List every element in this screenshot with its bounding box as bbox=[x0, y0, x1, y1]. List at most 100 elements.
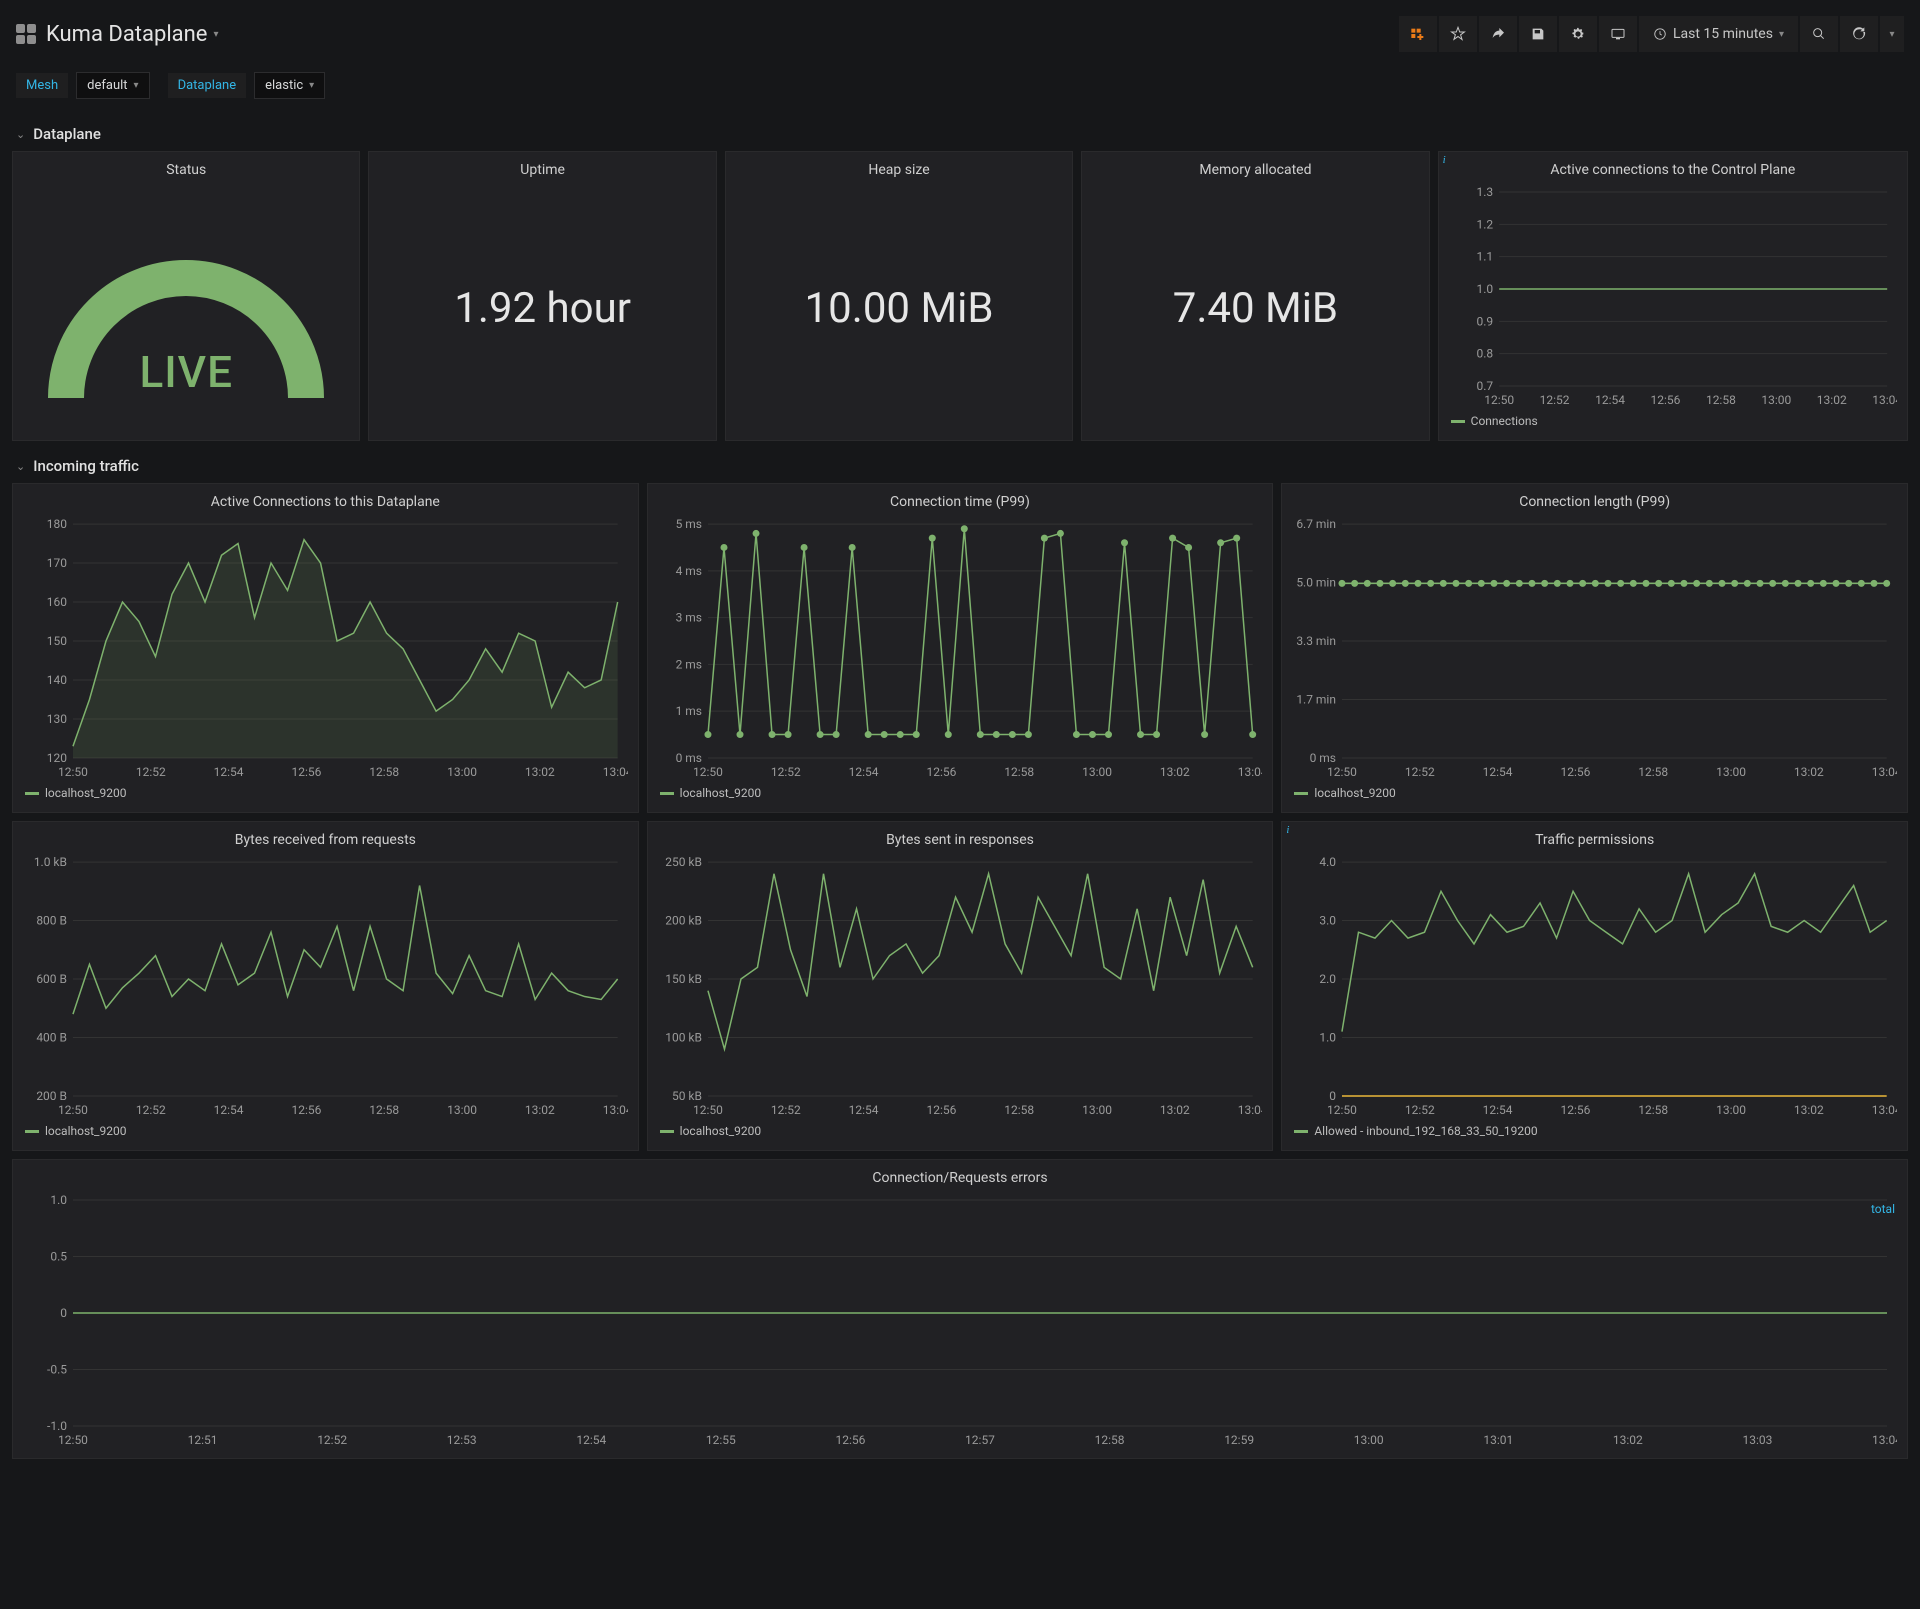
svg-text:12:52: 12:52 bbox=[771, 765, 801, 779]
panel-mem-title: Memory allocated bbox=[1092, 160, 1418, 186]
panel-traffic-perm[interactable]: i Traffic permissions 01.02.03.04.012:50… bbox=[1281, 821, 1908, 1151]
svg-text:12:54: 12:54 bbox=[214, 765, 244, 779]
chart-active-dp: 12013014015016017018012:5012:5212:5412:5… bbox=[23, 518, 628, 780]
svg-text:12:57: 12:57 bbox=[965, 1433, 995, 1447]
svg-text:1.3: 1.3 bbox=[1476, 186, 1493, 199]
svg-text:4 ms: 4 ms bbox=[675, 564, 701, 578]
svg-text:12:52: 12:52 bbox=[1405, 765, 1435, 779]
panel-mem[interactable]: Memory allocated 7.40 MiB bbox=[1081, 151, 1429, 441]
svg-text:12:50: 12:50 bbox=[1327, 1103, 1357, 1117]
svg-text:1.0: 1.0 bbox=[1320, 1030, 1337, 1044]
svg-text:13:04: 13:04 bbox=[1872, 765, 1897, 779]
svg-text:4.0: 4.0 bbox=[1320, 856, 1337, 869]
refresh-interval-button[interactable]: ▾ bbox=[1880, 16, 1904, 52]
svg-text:1.0 kB: 1.0 kB bbox=[34, 856, 67, 869]
settings-button[interactable] bbox=[1559, 16, 1597, 52]
save-button[interactable] bbox=[1519, 16, 1557, 52]
svg-text:13:04: 13:04 bbox=[1872, 393, 1897, 407]
add-panel-button[interactable] bbox=[1399, 16, 1437, 52]
dashboard-title[interactable]: Kuma Dataplane ▾ bbox=[46, 22, 219, 47]
svg-text:12:56: 12:56 bbox=[1561, 1103, 1591, 1117]
panel-bytes-recv[interactable]: Bytes received from requests 200 B400 B6… bbox=[12, 821, 639, 1151]
svg-text:12:58: 12:58 bbox=[1706, 393, 1736, 407]
svg-text:12:54: 12:54 bbox=[1483, 765, 1513, 779]
svg-text:13:04: 13:04 bbox=[1872, 1433, 1897, 1447]
svg-text:1.7 min: 1.7 min bbox=[1297, 692, 1337, 706]
svg-text:13:00: 13:00 bbox=[1082, 765, 1112, 779]
svg-text:13:04: 13:04 bbox=[1237, 1103, 1262, 1117]
svg-text:150 kB: 150 kB bbox=[665, 972, 702, 986]
panel-uptime-title: Uptime bbox=[379, 160, 705, 186]
svg-text:5 ms: 5 ms bbox=[675, 518, 701, 531]
svg-text:13:00: 13:00 bbox=[1761, 393, 1791, 407]
svg-text:12:56: 12:56 bbox=[926, 765, 956, 779]
panel-conn-time[interactable]: Connection time (P99) 0 ms1 ms2 ms3 ms4 … bbox=[647, 483, 1274, 813]
svg-text:12:50: 12:50 bbox=[1327, 765, 1357, 779]
panel-errors[interactable]: Connection/Requests errors -1.0-0.500.51… bbox=[12, 1159, 1908, 1459]
share-button[interactable] bbox=[1479, 16, 1517, 52]
chart-traffic-perm: 01.02.03.04.012:5012:5212:5412:5612:5813… bbox=[1292, 856, 1897, 1118]
svg-text:12:50: 12:50 bbox=[1484, 393, 1514, 407]
svg-text:13:03: 13:03 bbox=[1742, 1433, 1772, 1447]
svg-text:0: 0 bbox=[1330, 1089, 1337, 1103]
svg-text:12:58: 12:58 bbox=[369, 1103, 399, 1117]
svg-text:13:04: 13:04 bbox=[1872, 1103, 1897, 1117]
panel-active-cp[interactable]: i Active connections to the Control Plan… bbox=[1438, 151, 1908, 441]
svg-text:12:52: 12:52 bbox=[1539, 393, 1569, 407]
svg-text:50 kB: 50 kB bbox=[672, 1089, 702, 1103]
time-range-picker[interactable]: Last 15 minutes ▾ bbox=[1639, 16, 1798, 52]
svg-text:0 ms: 0 ms bbox=[675, 751, 701, 765]
svg-text:0.8: 0.8 bbox=[1476, 347, 1493, 361]
tv-mode-button[interactable] bbox=[1599, 16, 1637, 52]
panel-mem-value: 7.40 MiB bbox=[1092, 186, 1418, 430]
section-incoming-header[interactable]: ⌄ Incoming traffic bbox=[12, 449, 1908, 483]
svg-text:13:00: 13:00 bbox=[447, 765, 477, 779]
refresh-button[interactable] bbox=[1840, 16, 1878, 52]
panel-status[interactable]: Status LIVE bbox=[12, 151, 360, 441]
var-mesh-select[interactable]: default▾ bbox=[76, 72, 149, 99]
title-caret-icon: ▾ bbox=[213, 29, 218, 40]
chart-conn-len: 0 ms1.7 min3.3 min5.0 min6.7 min12:5012:… bbox=[1292, 518, 1897, 780]
svg-text:12:52: 12:52 bbox=[136, 1103, 166, 1117]
svg-text:13:02: 13:02 bbox=[1794, 1103, 1824, 1117]
svg-text:13:02: 13:02 bbox=[1816, 393, 1846, 407]
svg-text:12:58: 12:58 bbox=[1004, 765, 1034, 779]
svg-text:0 ms: 0 ms bbox=[1310, 751, 1336, 765]
time-caret-icon: ▾ bbox=[1779, 29, 1784, 40]
topbar-right: Last 15 minutes ▾ ▾ bbox=[1399, 16, 1904, 52]
svg-text:200 kB: 200 kB bbox=[665, 914, 702, 928]
svg-text:12:54: 12:54 bbox=[848, 765, 878, 779]
svg-text:12:56: 12:56 bbox=[926, 1103, 956, 1117]
panel-conn-len-title: Connection length (P99) bbox=[1292, 492, 1897, 518]
svg-text:1.1: 1.1 bbox=[1476, 250, 1493, 264]
svg-text:3.0: 3.0 bbox=[1320, 914, 1337, 928]
var-dataplane-select[interactable]: elastic▾ bbox=[254, 72, 325, 99]
svg-text:12:52: 12:52 bbox=[1405, 1103, 1435, 1117]
svg-text:3 ms: 3 ms bbox=[675, 611, 701, 625]
panel-bytes-sent[interactable]: Bytes sent in responses 50 kB100 kB150 k… bbox=[647, 821, 1274, 1151]
panel-active-dp[interactable]: Active Connections to this Dataplane 120… bbox=[12, 483, 639, 813]
svg-text:12:56: 12:56 bbox=[1650, 393, 1680, 407]
panel-uptime[interactable]: Uptime 1.92 hour bbox=[368, 151, 716, 441]
svg-text:5.0 min: 5.0 min bbox=[1297, 576, 1337, 590]
svg-text:3.3 min: 3.3 min bbox=[1297, 634, 1337, 648]
svg-text:2.0: 2.0 bbox=[1320, 972, 1337, 986]
chevron-down-icon: ⌄ bbox=[16, 460, 25, 473]
panel-heap[interactable]: Heap size 10.00 MiB bbox=[725, 151, 1073, 441]
svg-text:400 B: 400 B bbox=[36, 1030, 67, 1044]
svg-text:12:56: 12:56 bbox=[291, 765, 321, 779]
template-variables: Mesh default▾ Dataplane elastic▾ bbox=[12, 66, 1908, 117]
section-dataplane-header[interactable]: ⌄ Dataplane bbox=[12, 117, 1908, 151]
svg-text:12:58: 12:58 bbox=[1639, 765, 1669, 779]
panel-status-title: Status bbox=[23, 160, 349, 186]
panel-uptime-value: 1.92 hour bbox=[379, 186, 705, 430]
var-dataplane: Dataplane elastic▾ bbox=[168, 72, 326, 99]
chart-bytes-recv: 200 B400 B600 B800 B1.0 kB12:5012:5212:5… bbox=[23, 856, 628, 1118]
panel-conn-len[interactable]: Connection length (P99) 0 ms 1.7 min 3.3 m… bbox=[1281, 483, 1908, 813]
svg-text:0: 0 bbox=[60, 1306, 67, 1320]
svg-text:13:02: 13:02 bbox=[1794, 765, 1824, 779]
svg-text:150: 150 bbox=[47, 634, 67, 648]
star-button[interactable] bbox=[1439, 16, 1477, 52]
panel-heap-value: 10.00 MiB bbox=[736, 186, 1062, 430]
zoom-out-button[interactable] bbox=[1800, 16, 1838, 52]
